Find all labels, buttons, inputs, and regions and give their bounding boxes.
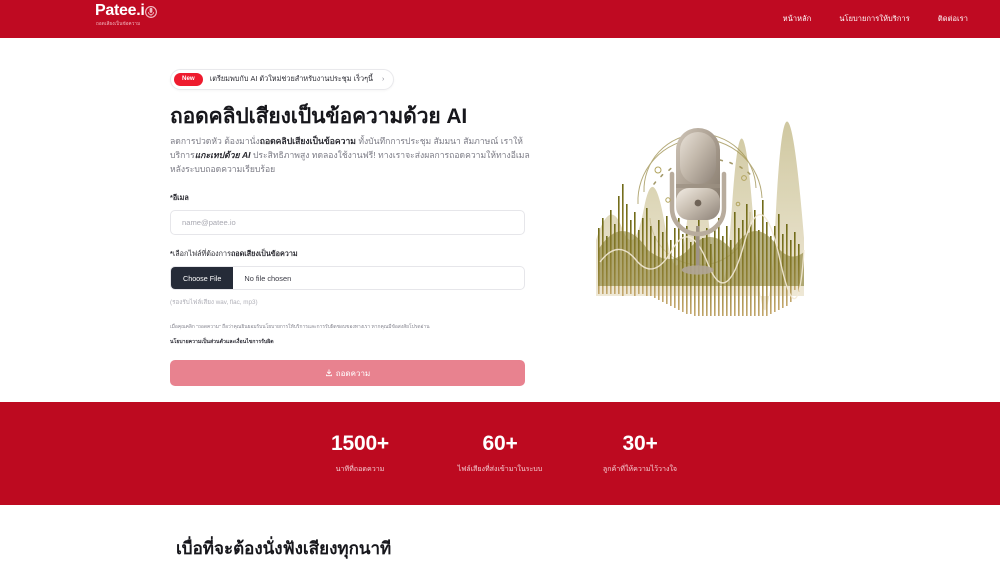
bottom-section: เบื่อที่จะต้องนั่งฟังเสียงทุกนาที bbox=[0, 505, 1000, 563]
stat-item: 1500+ นาทีที่ถอดความ bbox=[290, 433, 430, 475]
logo-tagline: ถอดเสียงเป็นข้อความ bbox=[96, 21, 141, 26]
chevron-right-icon: › bbox=[382, 76, 385, 83]
stat-item: 30+ ลูกค้าที่ให้ความไว้วางใจ bbox=[570, 433, 710, 475]
hero-illustration bbox=[592, 100, 808, 316]
choose-file-button[interactable]: Choose File bbox=[171, 267, 234, 289]
file-label: *เลือกไฟล์ที่ต้องการถอดเสียงเป็นข้อความ bbox=[170, 249, 525, 260]
submit-button-label: ถอดความ bbox=[335, 368, 371, 378]
file-format-hint: (รองรับไฟล์เสียง wav, flac, mp3) bbox=[170, 299, 258, 306]
landing-page: Patee.i ถอดเสียงเป็นข้อความ หน้าหลัก นโย… bbox=[0, 0, 1000, 563]
file-label-plain: เลือกไฟล์ที่ต้องการ bbox=[172, 249, 231, 258]
hero-description: ลดการปวดหัว ต้องมานั่งถอดคลิปเสียงเป็นข้… bbox=[170, 135, 530, 177]
chosen-file-name: No file chosen bbox=[244, 273, 292, 283]
microphone-icon bbox=[144, 5, 157, 18]
desc-bold-2: แกะเทปด้วย AI bbox=[194, 149, 251, 160]
logo[interactable]: Patee.i ถอดเสียงเป็นข้อความ bbox=[95, 3, 157, 28]
new-badge: New bbox=[174, 73, 203, 86]
email-label-text: อีเมล bbox=[172, 193, 189, 202]
stat-item: 60+ ไฟล์เสียงที่ส่งเข้ามาในระบบ bbox=[430, 433, 570, 475]
submit-transcribe-button[interactable]: ถอดความ bbox=[170, 360, 525, 387]
file-upload-row[interactable]: Choose File No file chosen bbox=[170, 266, 525, 290]
stat-label: นาทีที่ถอดความ bbox=[335, 464, 385, 473]
email-field[interactable] bbox=[170, 210, 525, 235]
consent-text: เมื่อคุณคลิก "ถอดความ" ถือว่าคุณยินยอมรั… bbox=[170, 325, 430, 330]
transcription-form: *อีเมล *เลือกไฟล์ที่ต้องการถอดเสียงเป็นข… bbox=[170, 193, 525, 387]
email-label: *อีเมล bbox=[170, 193, 525, 204]
stat-label: ไฟล์เสียงที่ส่งเข้ามาในระบบ bbox=[457, 464, 543, 473]
logo-text: Patee.i bbox=[95, 2, 145, 19]
file-label-bold: ถอดเสียงเป็นข้อความ bbox=[230, 249, 298, 258]
consent-block: เมื่อคุณคลิก "ถอดความ" ถือว่าคุณยินยอมรั… bbox=[170, 324, 525, 346]
download-icon bbox=[325, 369, 333, 377]
main-navigation: หน้าหลัก นโยบายการให้บริการ ติดต่อเรา bbox=[783, 0, 968, 38]
hero-section: New เตรียมพบกับ AI ตัวใหม่ช่วยสำหรับงานป… bbox=[0, 38, 1000, 402]
stat-label: ลูกค้าที่ให้ความไว้วางใจ bbox=[602, 464, 678, 473]
stat-value: 30+ bbox=[622, 431, 658, 455]
stat-value: 1500+ bbox=[331, 431, 389, 455]
announcement-pill[interactable]: New เตรียมพบกับ AI ตัวใหม่ช่วยสำหรับงานป… bbox=[170, 69, 395, 90]
stats-list: 1500+ นาทีที่ถอดความ 60+ ไฟล์เสียงที่ส่ง… bbox=[290, 433, 710, 475]
page-title: ถอดคลิปเสียงเป็นข้อความด้วย AI bbox=[170, 105, 468, 128]
privacy-policy-link[interactable]: นโยบายความเป็นส่วนตัวและเงื่อนไขการรับผิ… bbox=[170, 338, 525, 346]
section-heading: เบื่อที่จะต้องนั่งฟังเสียงทุกนาที bbox=[176, 539, 392, 558]
stat-value: 60+ bbox=[482, 431, 518, 455]
nav-service-policy[interactable]: นโยบายการให้บริการ bbox=[839, 13, 909, 25]
desc-bold-1: ถอดคลิปเสียงเป็นข้อความ bbox=[259, 136, 356, 146]
nav-home[interactable]: หน้าหลัก bbox=[783, 13, 812, 25]
site-header: Patee.i ถอดเสียงเป็นข้อความ หน้าหลัก นโย… bbox=[0, 0, 1000, 38]
announcement-text: เตรียมพบกับ AI ตัวใหม่ช่วยสำหรับงานประชุ… bbox=[209, 74, 373, 83]
desc-part-1: ลดการปวดหัว ต้องมานั่ง bbox=[170, 136, 260, 146]
logo-wordmark: Patee.i bbox=[95, 3, 157, 19]
stats-band: 1500+ นาทีที่ถอดความ 60+ ไฟล์เสียงที่ส่ง… bbox=[0, 402, 1000, 505]
nav-contact[interactable]: ติดต่อเรา bbox=[938, 13, 968, 25]
